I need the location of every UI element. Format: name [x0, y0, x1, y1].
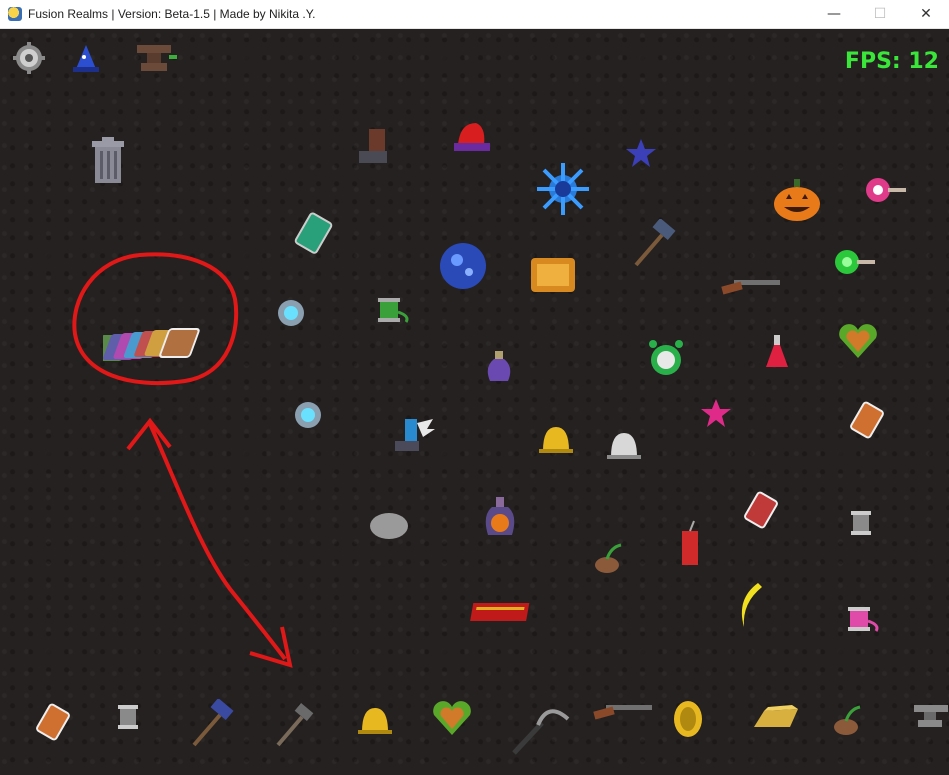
- crystal-ball-icon[interactable]: [437, 240, 489, 292]
- wizard-hat-icon[interactable]: [70, 43, 102, 75]
- grey-rock-icon[interactable]: [368, 509, 410, 541]
- grey-thread-spool-icon[interactable]: [843, 507, 883, 539]
- hotbar-anvil-icon[interactable]: [910, 701, 949, 731]
- annotation-arrowhead-up: [126, 417, 172, 451]
- sprout-seed-icon[interactable]: [591, 537, 631, 575]
- window-titlebar: Fusion Realms | Version: Beta-1.5 | Made…: [0, 0, 949, 29]
- annotation-arrow-line: [148, 423, 287, 661]
- hotbar-gold-bar-icon[interactable]: [752, 701, 800, 735]
- hotbar-sprout-seed-icon[interactable]: [830, 699, 870, 737]
- anvil-crafting-icon[interactable]: [133, 41, 179, 75]
- python-app-icon: [8, 7, 22, 21]
- jack-o-lantern-icon[interactable]: [772, 177, 822, 223]
- pink-thread-spool-icon[interactable]: [840, 603, 884, 637]
- hotbar-orange-card-icon[interactable]: [32, 701, 74, 743]
- window-title: Fusion Realms | Version: Beta-1.5 | Made…: [28, 7, 316, 21]
- hotbar-hammer-icon[interactable]: [272, 701, 320, 749]
- close-button[interactable]: ✕: [903, 0, 949, 28]
- orange-card-icon[interactable]: [846, 399, 888, 441]
- blue-star-icon[interactable]: [625, 137, 657, 169]
- trash-can-icon[interactable]: [90, 137, 126, 185]
- maximize-button[interactable]: ☐: [857, 0, 903, 28]
- hotbar-shotgun-icon[interactable]: [592, 699, 654, 725]
- purple-sack-icon[interactable]: [482, 345, 516, 385]
- annotation-arrowhead-down: [249, 626, 293, 668]
- red-potion-icon[interactable]: [760, 333, 794, 371]
- boot-icon[interactable]: [355, 125, 395, 169]
- hotbar-scythe-icon[interactable]: [508, 701, 574, 757]
- card-stack-icon[interactable]: [103, 325, 213, 365]
- silver-bell-icon[interactable]: [605, 427, 643, 467]
- alarm-clock-icon[interactable]: [647, 338, 685, 378]
- war-hammer-icon[interactable]: [628, 219, 678, 269]
- settings-gear-icon[interactable]: [12, 41, 46, 75]
- hotbar-gold-coin-icon[interactable]: [672, 699, 704, 739]
- game-canvas[interactable]: FPS: 12: [0, 29, 949, 775]
- heart-locket-icon[interactable]: [836, 322, 880, 362]
- blue-ring-icon[interactable]: [292, 399, 324, 431]
- hotbar-war-hammer-icon[interactable]: [188, 699, 238, 749]
- dynamite-icon[interactable]: [678, 519, 702, 569]
- hotbar-heart-locket-icon[interactable]: [430, 699, 474, 739]
- hotbar-grey-thread-spool-icon[interactable]: [110, 701, 150, 733]
- gold-bell-icon[interactable]: [537, 421, 575, 461]
- red-carpet-icon[interactable]: [470, 599, 534, 625]
- crescent-moon-icon[interactable]: [581, 322, 621, 366]
- spiked-orb-icon[interactable]: [535, 161, 591, 217]
- red-card-icon[interactable]: [740, 489, 782, 533]
- pink-star-icon[interactable]: [700, 397, 732, 429]
- shotgun-icon[interactable]: [720, 274, 782, 300]
- green-book-icon[interactable]: [293, 212, 333, 256]
- banana-icon[interactable]: [734, 579, 768, 631]
- green-thread-spool-icon[interactable]: [370, 294, 414, 326]
- pumpkin-sack-icon[interactable]: [480, 489, 520, 539]
- pink-lollipop-icon[interactable]: [864, 176, 908, 206]
- green-lollipop-icon[interactable]: [833, 247, 877, 277]
- hotbar-gold-bell-icon[interactable]: [356, 702, 394, 742]
- red-hat-icon[interactable]: [452, 119, 492, 155]
- fps-counter: FPS: 12: [844, 49, 939, 74]
- winged-boot-icon[interactable]: [387, 415, 437, 457]
- blue-ring-icon[interactable]: [275, 297, 307, 329]
- minimize-button[interactable]: —: [811, 0, 857, 28]
- gold-chest-icon[interactable]: [527, 254, 579, 296]
